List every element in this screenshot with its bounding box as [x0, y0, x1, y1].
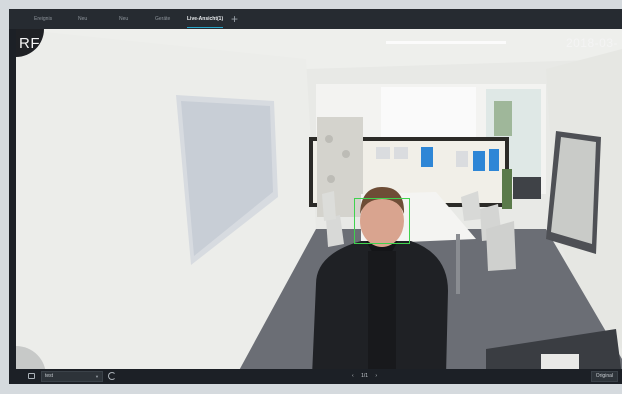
camera-video-feed[interactable]: RF 2018-03-: [16, 29, 622, 376]
bottom-toolbar: test ▼ ‹ 1/1 › Original: [9, 369, 622, 384]
pager: ‹ 1/1 ›: [349, 371, 380, 382]
tab-geraete[interactable]: Geräte: [155, 9, 170, 29]
plus-icon[interactable]: +: [231, 11, 238, 27]
chevron-right-icon[interactable]: ›: [375, 371, 377, 382]
stream-select[interactable]: test ▼: [41, 371, 103, 382]
chevron-left-icon[interactable]: ‹: [352, 371, 354, 382]
camera-scene: [16, 29, 622, 376]
page-indicator: 1/1: [361, 373, 369, 379]
live-view-window: Ereignis Neu Neu Geräte Live-Ansicht(1) …: [9, 9, 622, 384]
tab-live-view[interactable]: Live-Ansicht(1): [187, 9, 224, 29]
chevron-down-icon: ▼: [95, 374, 99, 379]
tab-ereignis[interactable]: Ereignis: [34, 9, 52, 29]
tab-neu-2[interactable]: Neu: [119, 9, 128, 29]
osd-channel-label: RF: [19, 35, 40, 52]
tab-neu-1[interactable]: Neu: [78, 9, 87, 29]
tab-bar: Ereignis Neu Neu Geräte Live-Ansicht(1) …: [9, 9, 622, 29]
face-detection-box: [354, 198, 410, 244]
original-size-button[interactable]: Original: [590, 371, 618, 382]
osd-timestamp: 2018-03-: [565, 36, 618, 50]
refresh-icon[interactable]: [108, 372, 116, 380]
stream-select-value: test: [45, 373, 54, 379]
stream-icon[interactable]: [28, 373, 35, 379]
